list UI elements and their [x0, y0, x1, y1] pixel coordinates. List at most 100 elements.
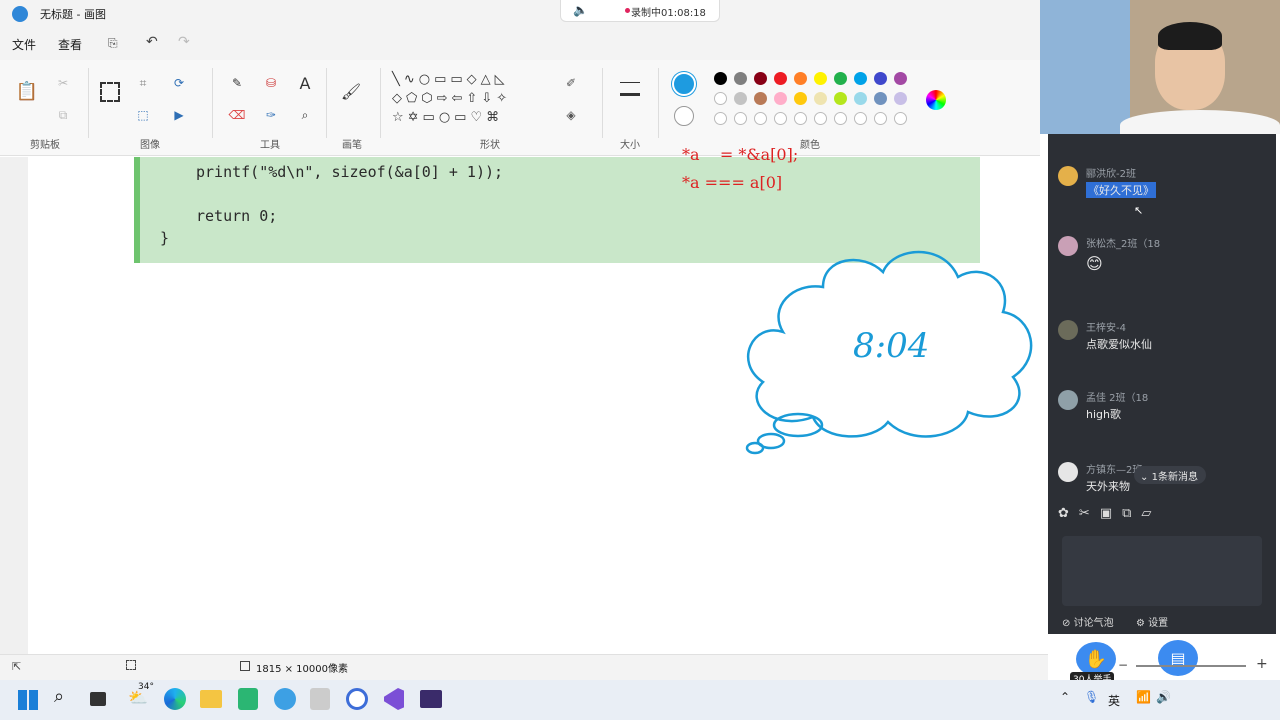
fill-icon[interactable]: ⛁ — [260, 72, 282, 94]
redo-icon[interactable]: ↷ — [178, 34, 190, 50]
color-swatch[interactable] — [894, 112, 907, 125]
resize-icon[interactable]: ⬚ — [132, 104, 154, 126]
color-swatch[interactable] — [874, 112, 887, 125]
color-swatch[interactable] — [734, 92, 747, 105]
crop-icon[interactable]: ⌗ — [132, 72, 154, 94]
file-explorer-icon[interactable] — [200, 690, 222, 708]
color-swatch[interactable] — [854, 72, 867, 85]
copy-icon[interactable]: ⧉ — [52, 104, 74, 126]
color-swatch[interactable] — [834, 92, 847, 105]
discussion-label: 讨论气泡 — [1073, 618, 1114, 629]
color-swatch[interactable] — [794, 112, 807, 125]
chat-bubble-button[interactable]: ▤ — [1158, 640, 1198, 676]
color-swatch[interactable] — [894, 72, 907, 85]
color-swatch[interactable] — [714, 92, 727, 105]
search-icon[interactable]: ⌕ — [54, 686, 64, 707]
image-icon[interactable]: ▣ — [1100, 506, 1122, 521]
terminal-icon[interactable] — [420, 690, 442, 708]
app-taskbar-icon[interactable] — [310, 688, 330, 710]
color-swatch[interactable] — [894, 92, 907, 105]
color-swatch[interactable] — [854, 92, 867, 105]
recording-indicator[interactable]: 🔈 录制中01:08:18 — [560, 0, 720, 22]
chat-settings[interactable]: ⚙ 设置 — [1136, 614, 1168, 629]
mute-icon[interactable]: 🔈 — [573, 3, 588, 17]
zoom-in-icon[interactable]: + — [1256, 656, 1268, 672]
wifi-icon[interactable]: 📶 — [1136, 690, 1151, 704]
shapes-gallery[interactable]: ╲∿○▭▭◇△◺ ◇⬠⬡⇨⇦⇧⇩✧ ☆✡▭○▭♡⌘ — [392, 70, 542, 132]
cut-icon[interactable]: ✂ — [52, 72, 74, 94]
menu-file[interactable]: 文件 — [12, 36, 36, 53]
save-icon[interactable]: ⎘ — [108, 36, 118, 51]
discussion-toggle[interactable]: ⊘ 讨论气泡 — [1062, 614, 1114, 629]
color-swatch[interactable] — [754, 92, 767, 105]
line-shape-icon[interactable]: ╲∿○▭▭◇△◺ — [392, 72, 509, 87]
text-icon[interactable]: A — [294, 72, 316, 94]
color-swatch[interactable] — [714, 112, 727, 125]
color-swatch[interactable] — [814, 72, 827, 85]
task-view-icon[interactable] — [90, 692, 106, 706]
color-swatch[interactable] — [794, 92, 807, 105]
eraser-icon[interactable]: ⌫ — [226, 104, 248, 126]
rotate-icon[interactable]: ⟳ — [168, 72, 190, 94]
color-swatch[interactable] — [754, 72, 767, 85]
volume-icon[interactable]: 🔊 — [1156, 690, 1171, 704]
color1-swatch[interactable] — [672, 72, 696, 96]
raise-hand-button[interactable]: ✋ — [1076, 642, 1116, 676]
size-icon[interactable] — [620, 82, 640, 96]
visual-studio-icon[interactable] — [384, 688, 404, 710]
paste-icon[interactable]: 📋 — [16, 80, 38, 102]
color-swatch[interactable] — [734, 112, 747, 125]
color2-swatch[interactable] — [674, 106, 694, 126]
drawing-canvas[interactable]: printf("%d\n", sizeof(&a[0] + 1)); retur… — [28, 145, 1048, 654]
star-shape-icon[interactable]: ☆✡▭○▭♡⌘ — [392, 110, 503, 125]
group-label-tools: 工具 — [260, 140, 280, 151]
status-bar: ⇱ 1815 × 10000像素 — [0, 654, 1048, 680]
color-picker-icon[interactable]: ✑ — [260, 104, 282, 126]
select-icon[interactable] — [100, 82, 120, 102]
screen-share-icon[interactable]: ⧉ — [1122, 506, 1141, 521]
color-swatch[interactable] — [794, 72, 807, 85]
undo-icon[interactable]: ↶ — [146, 34, 158, 50]
color-swatch[interactable] — [874, 72, 887, 85]
color-swatch[interactable] — [774, 72, 787, 85]
windows-start-icon[interactable] — [18, 690, 38, 710]
color-swatch[interactable] — [834, 72, 847, 85]
color-swatch[interactable] — [754, 112, 767, 125]
microphone-icon[interactable]: 🎙 — [1084, 690, 1099, 704]
zoom-out-icon[interactable]: − — [1118, 658, 1128, 672]
color-swatch[interactable] — [854, 112, 867, 125]
paint-taskbar-icon[interactable] — [274, 688, 296, 710]
color-swatch[interactable] — [774, 112, 787, 125]
pdf-app-icon[interactable] — [238, 688, 258, 710]
color-swatch[interactable] — [814, 112, 827, 125]
chat-input[interactable] — [1062, 536, 1262, 606]
color-palette[interactable] — [714, 72, 914, 132]
fill-shape-icon[interactable]: ◈ — [560, 104, 582, 126]
ime-indicator[interactable]: 英 — [1108, 692, 1120, 709]
color-swatch[interactable] — [874, 92, 887, 105]
outline-icon[interactable]: ✐ — [560, 72, 582, 94]
brush-icon[interactable]: 🖌 — [340, 80, 362, 102]
menu-view[interactable]: 查看 — [58, 36, 82, 53]
divider — [602, 68, 603, 138]
color-swatch[interactable] — [774, 92, 787, 105]
edit-colors-icon[interactable] — [926, 90, 946, 110]
color-swatch[interactable] — [834, 112, 847, 125]
bubble-icon[interactable]: ▱ — [1141, 506, 1161, 521]
magnifier-icon[interactable]: ⌕ — [294, 104, 316, 126]
color-swatch[interactable] — [734, 72, 747, 85]
chat-username: 张松杰_2班（18 — [1086, 239, 1161, 250]
emoji-icon[interactable]: ✿ — [1058, 506, 1079, 521]
divider — [380, 68, 381, 138]
flip-icon[interactable]: ▶ — [168, 104, 190, 126]
color-swatch[interactable] — [714, 72, 727, 85]
diamond-shape-icon[interactable]: ◇⬠⬡⇨⇦⇧⇩✧ — [392, 91, 511, 106]
chevron-up-icon[interactable]: ⌃ — [1060, 690, 1070, 704]
new-messages-pill[interactable]: ⌄ 1条新消息 — [1134, 466, 1206, 484]
scissors-icon[interactable]: ✂ — [1079, 506, 1100, 521]
zoom-slider[interactable] — [1136, 665, 1246, 667]
recorder-taskbar-icon[interactable] — [346, 688, 368, 710]
color-swatch[interactable] — [814, 92, 827, 105]
pencil-icon[interactable]: ✎ — [226, 72, 248, 94]
edge-icon[interactable] — [164, 688, 186, 710]
